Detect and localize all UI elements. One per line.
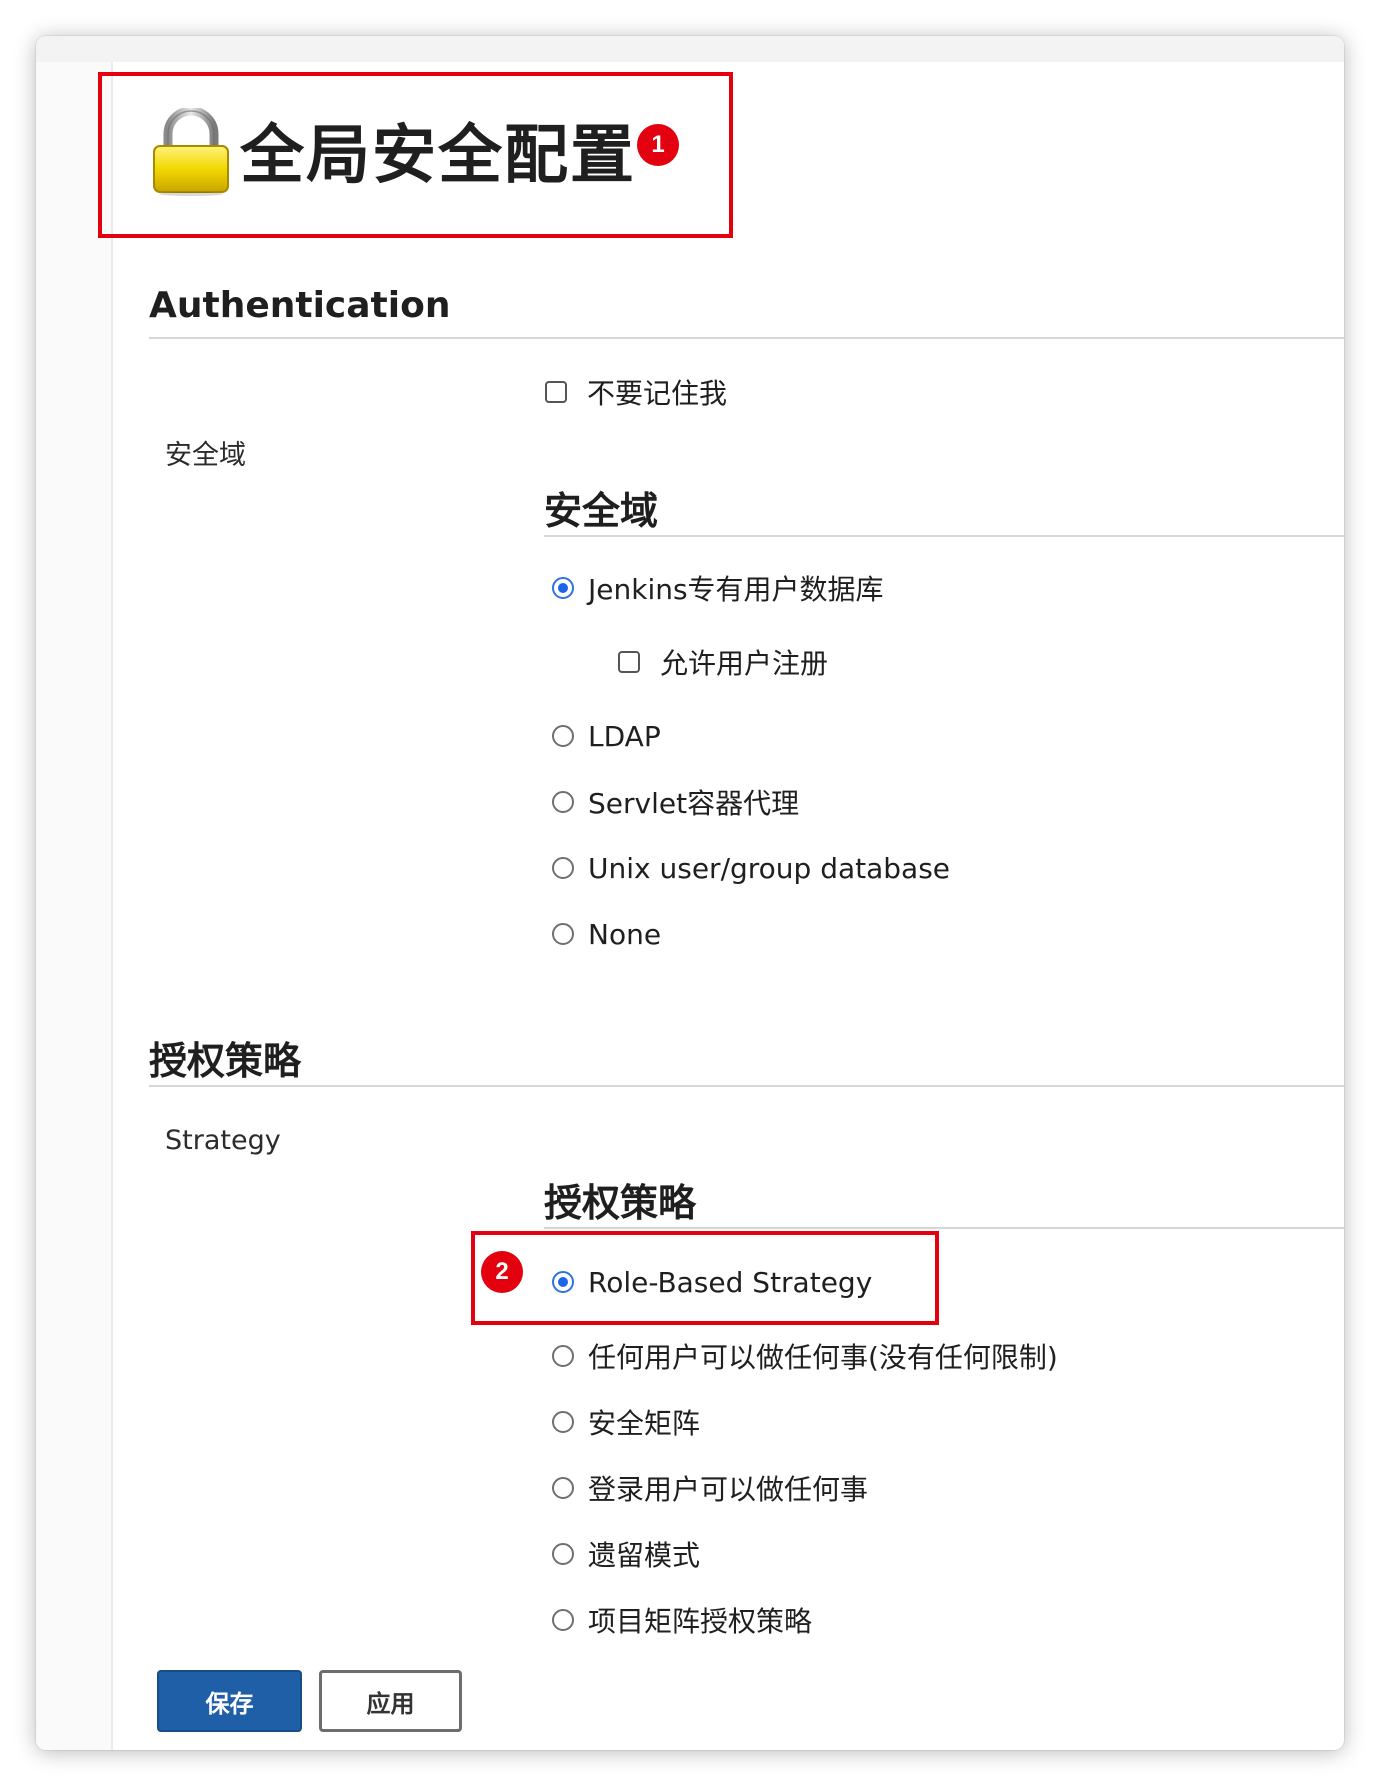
strategy-label: Strategy — [165, 1125, 281, 1156]
radio-unselected[interactable] — [552, 1477, 574, 1499]
realm-option-label: Jenkins专有用户数据库 — [588, 573, 884, 606]
annotation-badge-1: 1 — [637, 124, 679, 166]
strategy-divider — [544, 1227, 1344, 1229]
realm-option-jenkins-db[interactable]: Jenkins专有用户数据库 — [552, 568, 884, 608]
left-gutter — [36, 62, 113, 1750]
security-realm-divider — [544, 535, 1344, 537]
realm-option-none[interactable]: None — [552, 914, 661, 954]
realm-option-label: Unix user/group database — [588, 851, 951, 885]
radio-unselected[interactable] — [552, 1411, 574, 1433]
realm-option-label: None — [588, 917, 662, 951]
strategy-option-legacy[interactable]: 遗留模式 — [552, 1534, 700, 1574]
radio-unselected[interactable] — [552, 725, 574, 747]
authorization-heading: 授权策略 — [149, 1039, 302, 1083]
remember-me-label: 不要记住我 — [587, 377, 728, 410]
radio-unselected[interactable] — [552, 1609, 574, 1631]
realm-option-servlet[interactable]: Servlet容器代理 — [552, 782, 799, 822]
window-top-strip — [36, 36, 1344, 62]
strategy-option-label: 遗留模式 — [588, 1539, 701, 1572]
radio-unselected[interactable] — [552, 857, 574, 879]
checkbox-box[interactable] — [618, 651, 640, 673]
radio-unselected[interactable] — [552, 923, 574, 945]
page-title: 全局安全配置 — [240, 119, 636, 193]
radio-selected[interactable] — [552, 577, 574, 599]
radio-unselected[interactable] — [552, 1543, 574, 1565]
realm-option-label: Servlet容器代理 — [588, 787, 800, 820]
checkbox-box[interactable] — [545, 381, 567, 403]
strategy-option-role-based[interactable]: Role-Based Strategy — [552, 1262, 872, 1302]
apply-button[interactable]: 应用 — [319, 1670, 462, 1732]
strategy-option-label: 项目矩阵授权策略 — [588, 1605, 813, 1638]
radio-unselected[interactable] — [552, 1345, 574, 1367]
allow-signup-label: 允许用户注册 — [660, 647, 829, 680]
realm-option-unix[interactable]: Unix user/group database — [552, 848, 950, 888]
radio-unselected[interactable] — [552, 791, 574, 813]
security-realm-label: 安全域 — [165, 440, 246, 471]
strategy-option-label: Role-Based Strategy — [588, 1265, 873, 1299]
strategy-option-label: 登录用户可以做任何事 — [588, 1473, 869, 1506]
authentication-heading: Authentication — [149, 285, 451, 326]
strategy-option-project-matrix[interactable]: 项目矩阵授权策略 — [552, 1600, 812, 1640]
strategy-option-logged-in[interactable]: 登录用户可以做任何事 — [552, 1468, 868, 1508]
allow-signup-checkbox[interactable]: 允许用户注册 — [618, 642, 828, 682]
realm-option-label: LDAP — [588, 719, 661, 753]
authorization-divider — [149, 1085, 1344, 1087]
radio-selected[interactable] — [552, 1271, 574, 1293]
security-realm-heading: 安全域 — [544, 489, 659, 533]
realm-option-ldap[interactable]: LDAP — [552, 716, 661, 756]
annotation-badge-2: 2 — [481, 1251, 523, 1293]
lock-icon — [153, 108, 229, 196]
save-button[interactable]: 保存 — [157, 1670, 302, 1732]
strategy-heading: 授权策略 — [544, 1181, 697, 1225]
strategy-option-anyone[interactable]: 任何用户可以做任何事(没有任何限制) — [552, 1336, 1058, 1376]
authentication-divider — [149, 337, 1344, 339]
strategy-option-label: 安全矩阵 — [588, 1407, 701, 1440]
strategy-option-label: 任何用户可以做任何事(没有任何限制) — [588, 1341, 1058, 1374]
remember-me-checkbox[interactable]: 不要记住我 — [545, 372, 727, 412]
strategy-option-matrix[interactable]: 安全矩阵 — [552, 1402, 700, 1442]
